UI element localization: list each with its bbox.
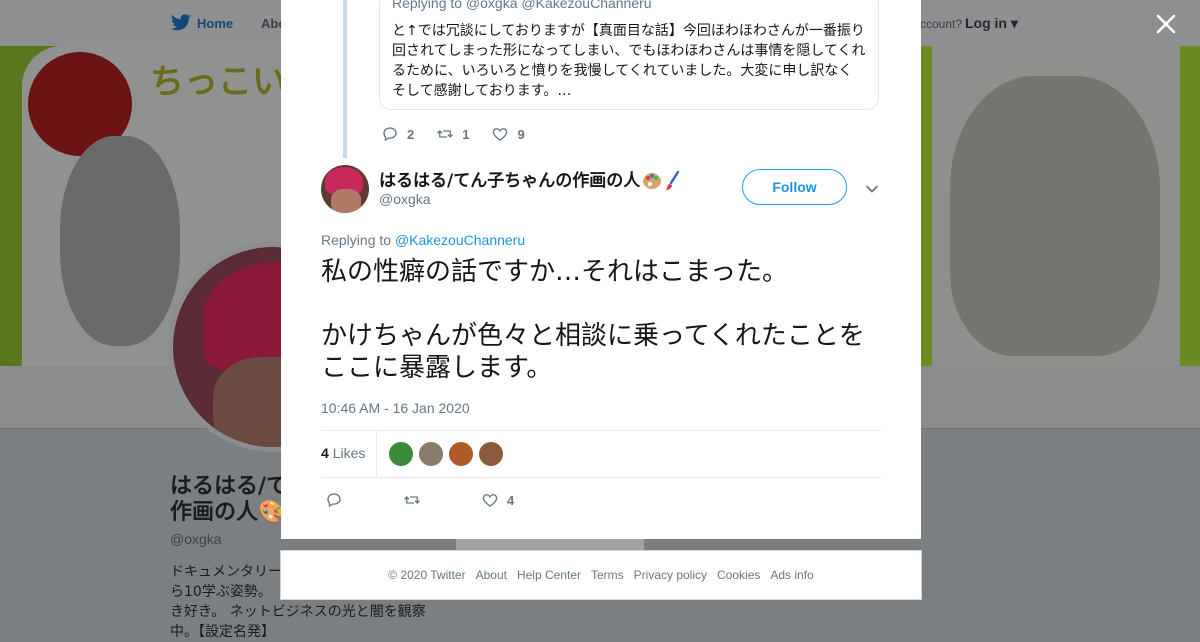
author-avatar-face — [331, 189, 361, 213]
reply-icon — [327, 493, 341, 508]
author-name[interactable]: はるはる/てん子ちゃんの作画の人 — [379, 166, 680, 191]
replying-to-link[interactable]: @KakezouChanneru — [395, 232, 525, 248]
twitter-bird-icon[interactable] — [170, 14, 192, 32]
chevron-down-icon — [866, 185, 878, 193]
retweet-icon — [404, 496, 420, 504]
more-options-button[interactable] — [865, 181, 879, 195]
reply-button[interactable] — [325, 491, 343, 509]
banner-character-left — [60, 136, 180, 346]
replying-prefix: Replying to — [321, 232, 392, 248]
likes-summary: 4 Likes — [321, 430, 881, 478]
replying-to: Replying to @KakezouChanneru — [321, 232, 525, 248]
parent-tweet-text: と↑では冗談にしておりますが【真面目な話】今回ほわほわさんが一番振り回されてしま… — [392, 23, 866, 99]
paintbrush-icon — [666, 171, 680, 190]
parent-retweet-count: 1 — [462, 126, 470, 142]
likes-label: Likes — [332, 445, 366, 461]
likes-count-link[interactable]: 4 Likes — [321, 445, 365, 461]
banner-character-right — [950, 76, 1160, 356]
liker-avatar[interactable] — [449, 442, 473, 466]
thread-connector — [343, 0, 347, 158]
tweet-actions: 4 — [325, 490, 574, 510]
parent-reply-count: 2 — [407, 126, 415, 142]
footer-copyright: © 2020 Twitter — [388, 568, 466, 582]
like-button[interactable]: 4 — [481, 491, 514, 509]
parent-tweet-card[interactable]: Replying to @oxgka @KakezouChanneru と↑では… — [379, 0, 879, 110]
nav-home-link[interactable]: Home — [197, 16, 233, 31]
footer-link-ads-info[interactable]: Ads info — [770, 568, 813, 582]
footer-link-terms[interactable]: Terms — [591, 568, 624, 582]
liker-avatars — [389, 442, 509, 466]
reply-icon — [383, 127, 397, 142]
author-avatar[interactable] — [321, 165, 369, 213]
liker-avatar[interactable] — [389, 442, 413, 466]
parent-replying-to: Replying to @oxgka @KakezouChanneru — [392, 0, 652, 11]
like-count: 4 — [507, 492, 515, 508]
close-modal-button[interactable] — [1152, 10, 1180, 38]
tweet-modal: Replying to @oxgka @KakezouChanneru と↑では… — [281, 0, 921, 539]
login-link[interactable]: Log in ▾ — [965, 15, 1018, 32]
heart-icon — [482, 494, 498, 507]
parent-tweet-actions: 2 1 9 — [381, 124, 547, 144]
profile-name-line1: はるはる/て — [170, 474, 289, 499]
follow-button[interactable]: Follow — [742, 169, 847, 205]
footer-link-help-center[interactable]: Help Center — [517, 568, 581, 582]
retweet-icon — [437, 130, 454, 138]
footer: © 2020 Twitter About Help Center Terms P… — [280, 550, 922, 600]
author-handle[interactable]: @oxgka — [379, 191, 431, 207]
author-name-text: はるはる/てん子ちゃんの作画の人 — [379, 171, 641, 191]
likes-divider — [376, 431, 377, 477]
parent-like-button[interactable]: 9 — [491, 125, 525, 143]
login-label: Log in — [965, 15, 1007, 31]
footer-link-about[interactable]: About — [476, 568, 507, 582]
banner-title: ちっこい — [150, 62, 286, 102]
likes-count: 4 — [321, 445, 329, 461]
heart-icon — [493, 128, 508, 141]
footer-link-privacy[interactable]: Privacy policy — [634, 568, 707, 582]
profile-handle[interactable]: @oxgka — [170, 531, 222, 547]
tweet-text: 私の性癖の話ですか…それはこまった。 かけちゃんが色々と相談に乗ってくれたことを… — [321, 257, 865, 383]
have-account-text: ccount? — [920, 17, 963, 31]
liker-avatar[interactable] — [479, 442, 503, 466]
parent-like-count: 9 — [517, 126, 525, 142]
footer-link-cookies[interactable]: Cookies — [717, 568, 760, 582]
liker-avatar[interactable] — [419, 442, 443, 466]
parent-retweet-button[interactable]: 1 — [436, 125, 469, 143]
close-icon — [1156, 14, 1176, 34]
tweet-timestamp[interactable]: 10:46 AM - 16 Jan 2020 — [321, 400, 470, 416]
profile-name-line2: 作画の人🎨 — [170, 500, 286, 525]
retweet-button[interactable] — [403, 491, 421, 509]
parent-reply-button[interactable]: 2 — [381, 125, 414, 143]
palette-icon — [643, 173, 662, 189]
